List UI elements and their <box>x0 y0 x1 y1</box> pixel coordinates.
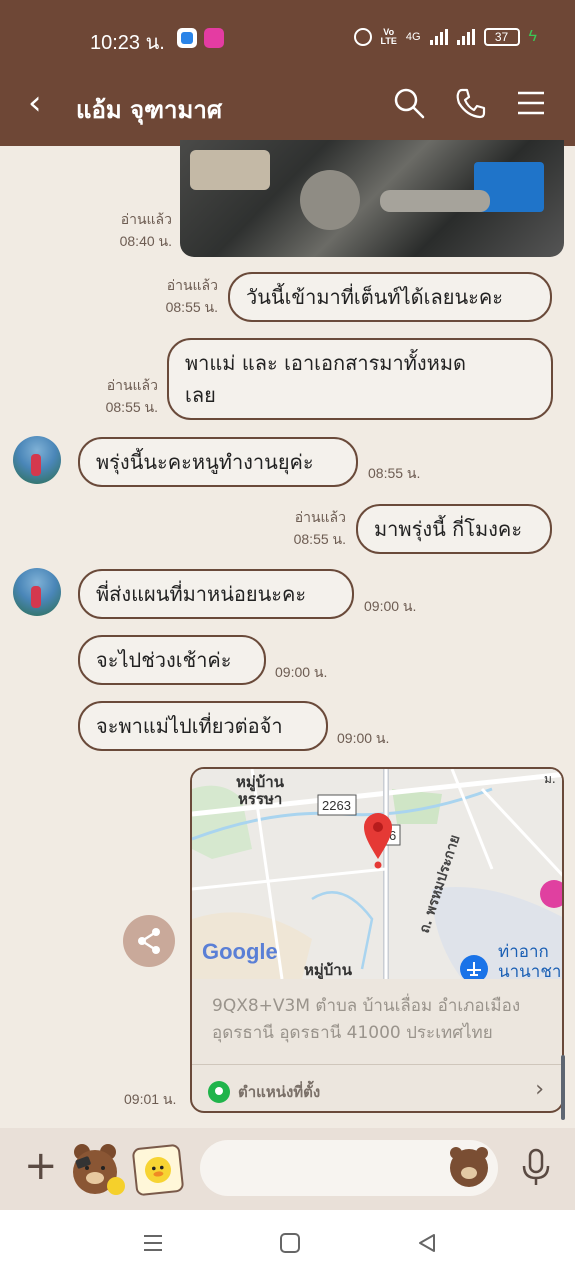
sticker-button[interactable] <box>68 1140 126 1198</box>
read-receipt: อ่านแล้ว <box>120 211 172 227</box>
message-input[interactable] <box>218 1150 438 1186</box>
message-text: พี่ส่งแผนที่มาหน่อยนะคะ <box>96 582 307 606</box>
sally-sticker-icon <box>144 1157 171 1183</box>
back-button[interactable]: ‹ <box>28 86 42 120</box>
app-notification-icon <box>177 28 197 48</box>
message-text: มาพรุ่งนี้ กี่โมงคะ <box>374 517 523 541</box>
back-nav-icon[interactable] <box>416 1232 438 1254</box>
road-number: 2263 <box>322 798 351 813</box>
sent-message-bubble[interactable]: พาแม่ และ เอาเอกสารมาทั้งหมด เลย <box>167 338 553 420</box>
message-time: 08:55 น. <box>293 531 346 547</box>
message-time: 09:00 น. <box>337 730 390 746</box>
message-text: เลย <box>185 383 216 407</box>
emoji-icon[interactable] <box>450 1147 488 1187</box>
chevron-right-icon[interactable]: › <box>535 1077 544 1102</box>
message-meta: อ่านแล้ว 08:55 น. <box>274 506 346 550</box>
phone-icon[interactable] <box>455 87 487 119</box>
address-line: อุดรธานี อุดรธานี 41000 ประเทศไทย <box>212 1023 493 1043</box>
charging-icon: ϟ <box>528 28 537 45</box>
message-time: 08:55 น. <box>165 299 218 315</box>
status-bar: 10:23 น. Vo LTE 4G 37 ϟ <box>0 0 575 72</box>
received-message-bubble[interactable]: จะพาแม่ไปเที่ยวต่อจ้า <box>78 701 328 751</box>
chat-header: ‹ แอ้ม จุฑามาศ <box>0 72 575 146</box>
contact-avatar[interactable] <box>13 436 61 484</box>
message-text: จะไปช่วงเช้าค่ะ <box>96 648 232 672</box>
map-label: ม. <box>544 772 556 786</box>
message-time: 08:55 น. <box>368 465 421 481</box>
location-message-card[interactable]: หมู่บ้าน หรรษา 2263 6 ถ. พรหมประกาย Goog… <box>190 767 564 1113</box>
address-line: 9QX8+V3M ตำบล บ้านเลื่อม อำเภอเมือง <box>212 996 521 1016</box>
map-label: ท่าอาก <box>498 942 549 962</box>
contact-avatar[interactable] <box>13 568 61 616</box>
divider <box>192 1064 562 1065</box>
map-label: นานาชา <box>498 962 561 979</box>
share-icon <box>138 928 160 954</box>
system-nav-bar <box>0 1210 575 1280</box>
map-label: หรรษา <box>238 790 282 808</box>
google-logo: Google <box>202 939 278 964</box>
share-button[interactable] <box>123 915 175 967</box>
alarm-icon <box>353 28 372 46</box>
gallery-button[interactable] <box>131 1143 185 1197</box>
network-type: 4G <box>405 31 421 43</box>
message-text: พาแม่ และ เอาเอกสารมาทั้งหมด <box>185 351 467 375</box>
received-message-bubble[interactable]: จะไปช่วงเช้าค่ะ <box>78 635 266 685</box>
sent-message-bubble[interactable]: มาพรุ่งนี้ กี่โมงคะ <box>356 504 552 554</box>
received-message-bubble[interactable]: พี่ส่งแผนที่มาหน่อยนะคะ <box>78 569 354 619</box>
message-text: วันนี้เข้ามาที่เต็นท์ได้เลยนะคะ <box>246 285 503 309</box>
message-time: 09:00 น. <box>275 664 328 680</box>
message-text: จะพาแม่ไปเที่ยวต่อจ้า <box>96 714 283 738</box>
read-receipt: อ่านแล้ว <box>294 509 346 525</box>
message-text: พรุ่งนี้นะคะหนูทำงานยุค่ะ <box>96 450 314 474</box>
read-receipt: อ่านแล้ว <box>106 377 158 393</box>
home-icon[interactable] <box>279 1232 301 1254</box>
message-time: 08:40 น. <box>119 233 172 249</box>
message-meta: อ่านแล้ว 08:55 น. <box>86 374 158 418</box>
photo-message-image[interactable] <box>180 140 564 257</box>
menu-icon[interactable] <box>516 87 546 119</box>
location-address: 9QX8+V3M ตำบล บ้านเลื่อม อำเภอเมือง อุดร… <box>212 993 552 1047</box>
map-preview[interactable]: หมู่บ้าน หรรษา 2263 6 ถ. พรหมประกาย Goog… <box>192 769 564 979</box>
message-time: 09:01 น. <box>124 1091 177 1107</box>
message-time: 09:00 น. <box>364 598 417 614</box>
status-time: 10:23 น. <box>90 32 165 54</box>
message-input-bar: + <box>0 1128 575 1210</box>
status-indicators: Vo LTE 4G 37 ϟ <box>353 27 537 46</box>
message-time: 08:55 น. <box>105 399 158 415</box>
signal-icon <box>456 29 475 45</box>
scrollbar[interactable] <box>561 1055 565 1120</box>
location-link[interactable]: ตำแหน่งที่ตั้ง <box>208 1080 320 1104</box>
app-notification-icon <box>204 28 224 48</box>
received-message-bubble[interactable]: พรุ่งนี้นะคะหนูทำงานยุค่ะ <box>78 437 358 487</box>
signal-icon <box>429 29 448 45</box>
plus-button[interactable]: + <box>24 1146 58 1186</box>
message-meta: อ่านแล้ว 08:55 น. <box>146 274 218 318</box>
location-pin-icon <box>208 1081 230 1103</box>
location-label: ตำแหน่งที่ตั้ง <box>238 1083 321 1101</box>
message-field[interactable] <box>200 1140 498 1196</box>
search-icon[interactable] <box>393 87 425 119</box>
map-label: หมู่บ้าน <box>304 961 353 979</box>
battery-indicator: 37 <box>483 28 520 46</box>
message-meta: อ่านแล้ว 08:40 น. <box>100 208 172 252</box>
read-receipt: อ่านแล้ว <box>166 277 218 293</box>
volte-icon: Vo LTE <box>380 27 397 46</box>
sent-message-bubble[interactable]: วันนี้เข้ามาที่เต็นท์ได้เลยนะคะ <box>228 272 552 322</box>
contact-name[interactable]: แอ้ม จุฑามาศ <box>76 90 222 129</box>
mic-icon[interactable] <box>520 1148 552 1188</box>
recent-apps-icon[interactable] <box>142 1232 164 1254</box>
